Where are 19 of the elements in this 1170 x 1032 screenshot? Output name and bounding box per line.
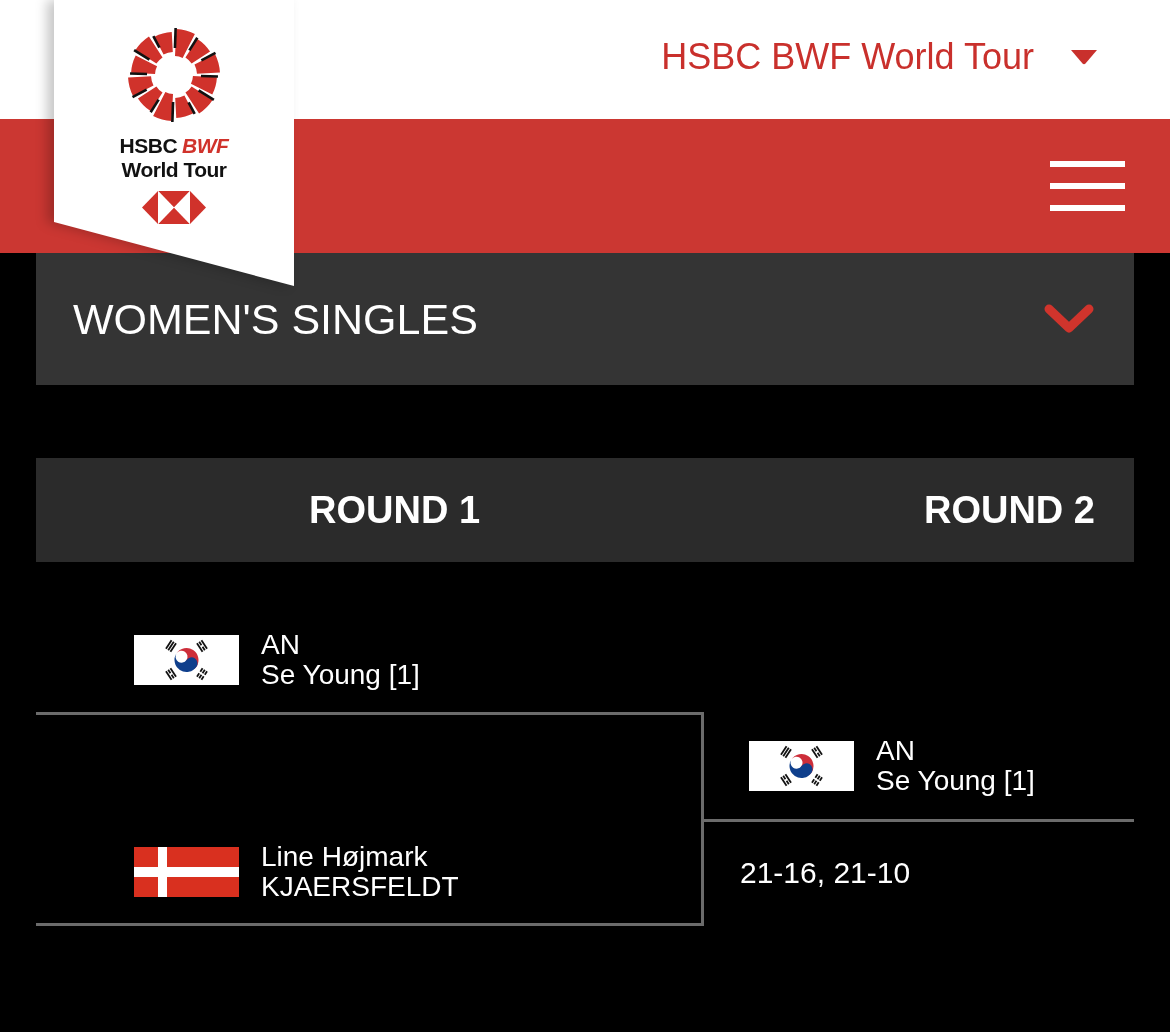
hexagon-logo-icon: [142, 191, 206, 224]
ring-logo-icon: [126, 27, 222, 123]
round-title: ROUND 2: [923, 488, 1095, 532]
logo-text: HSBC: [119, 134, 178, 158]
tour-menu-button[interactable]: HSBC BWF World Tour: [661, 35, 1098, 78]
player-name: AN Se Young [1]: [261, 630, 420, 690]
korean-flag-icon: [134, 635, 239, 685]
match-score: 21-16, 21-10: [740, 855, 911, 891]
logo-tagline: World Tour: [121, 158, 227, 182]
player-name: AN Se Young [1]: [876, 736, 1035, 796]
danish-flag-icon: [134, 847, 239, 897]
event-dropdown[interactable]: WOMEN'S SINGLES: [36, 253, 1134, 385]
round-title: ROUND 1: [309, 488, 481, 532]
logo-accent-text: BWF: [182, 134, 229, 158]
player-name: Line Højmark KJAERSFELDT: [261, 842, 459, 902]
menu-icon: [1050, 161, 1125, 211]
caret-icon: [1070, 48, 1098, 65]
menu-button[interactable]: [1050, 161, 1125, 211]
korean-flag-icon: [749, 741, 854, 791]
